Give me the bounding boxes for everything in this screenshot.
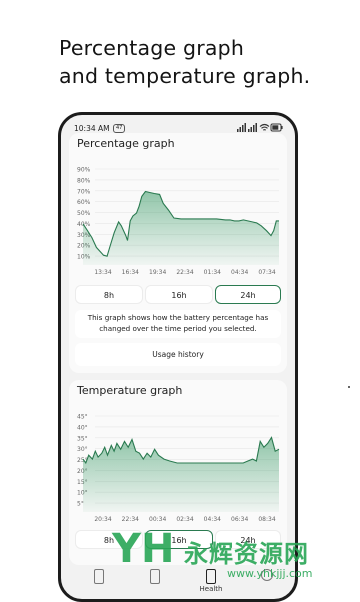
percentage-x-tick: 22:34 (176, 269, 193, 276)
temperature-graph-title: Temperature graph (77, 384, 183, 397)
percentage-x-tick: 13:34 (94, 269, 111, 276)
watermark: YH 永辉资源网 www.yhkjjj.com (112, 527, 357, 589)
signal-icon (237, 123, 246, 132)
wifi-icon (259, 123, 270, 131)
battery-status-icon (270, 123, 283, 132)
headline-line-1: Percentage graph (59, 36, 245, 60)
temperature-y-tick: 5° (77, 501, 84, 508)
percentage-card: Percentage graph 90%80%70%60%50%40%30%20… (69, 133, 287, 373)
temperature-x-tick: 22:34 (122, 516, 139, 523)
percentage-y-tick: 50% (77, 210, 91, 217)
usage-history-button[interactable]: Usage history (75, 343, 281, 366)
range-8h-button[interactable]: 8h (75, 285, 143, 304)
percentage-x-tick: 04:34 (231, 269, 248, 276)
range-24h-button[interactable]: 24h (215, 285, 281, 304)
temperature-chart-svg: 45°40°35°30°25°20°15°10°5°20:34 22:34 00:3… (77, 414, 280, 523)
percentage-graph: 90%80%70%60%50%40%30%20%10%13:3416:3419:… (69, 159, 287, 276)
percentage-y-tick: 60% (77, 199, 91, 206)
temperature-y-tick: 30° (77, 446, 88, 453)
temperature-x-tick: 04:34 (204, 516, 221, 523)
range-16h-button[interactable]: 16h (145, 285, 213, 304)
percentage-area (83, 191, 279, 265)
percentage-y-tick: 80% (77, 177, 91, 184)
percentage-y-tick: 90% (77, 167, 91, 174)
percentage-description: This graph shows how the battery percent… (75, 310, 281, 338)
temperature-y-tick: 35° (77, 435, 88, 442)
temperature-y-tick: 45° (77, 414, 88, 421)
temperature-x-tick: 06:34 (231, 516, 248, 523)
percentage-x-tick: 07:34 (258, 269, 275, 276)
percentage-chart-svg: 90%80%70%60%50%40%30%20%10%13:3416:3419:… (77, 167, 279, 276)
temperature-y-tick: 40° (77, 424, 88, 431)
percentage-x-tick: 19:34 (149, 269, 166, 276)
status-bar: 10:34 AM 47 (61, 115, 295, 135)
battery-icon (94, 569, 104, 584)
temperature-x-tick: 02:34 (176, 516, 193, 523)
temperature-x-tick: 00:34 (149, 516, 166, 523)
watermark-text: 永辉资源网 (184, 540, 309, 568)
temperature-x-tick: 20:34 (94, 516, 111, 523)
temperature-x-tick: 08:34 (258, 516, 275, 523)
headline-line-2: and temperature graph. (59, 64, 311, 88)
percentage-y-tick: 70% (77, 188, 91, 195)
status-badge: 47 (113, 124, 126, 133)
status-time: 10:34 AM (74, 124, 110, 133)
percentage-graph-title: Percentage graph (77, 137, 175, 150)
watermark-url: www.yhkjjj.com (227, 567, 313, 580)
signal-2-icon (248, 123, 257, 132)
temperature-graph: 45° 40° 35° 30° 25° 20° 15° 10° 5° 20:34 22:34 00:3… (69, 406, 287, 523)
percentage-x-tick: 01:34 (204, 269, 221, 276)
percentage-x-tick: 16:34 (122, 269, 139, 276)
headline: Percentage graph and temperature graph. (59, 34, 349, 90)
stray-dot (348, 386, 350, 388)
watermark-logo: YH (112, 526, 175, 572)
